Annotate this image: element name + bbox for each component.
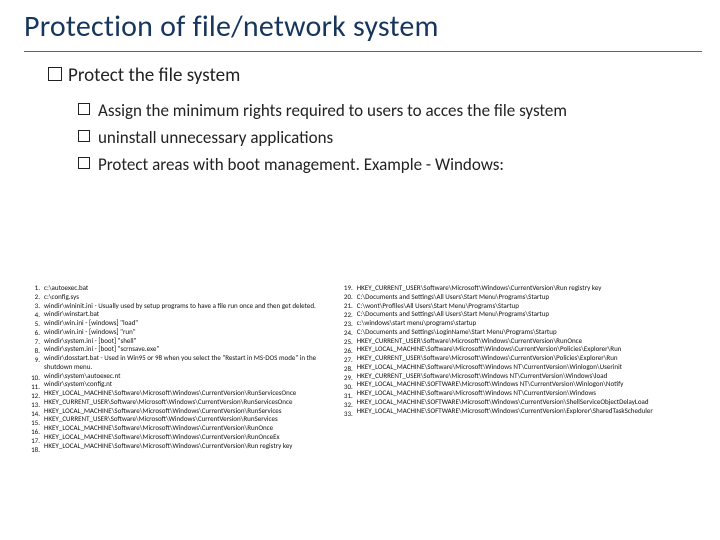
bullet-item: Assign the minimum rights required to us…	[78, 97, 720, 124]
bullet-item: Protect areas with boot management. Exam…	[78, 151, 720, 178]
square-bullet-icon	[78, 157, 90, 169]
list-numbers-right: 19.20.21.22.23.24.25.26.27.28.29.30.31.3…	[335, 284, 357, 534]
list-item: c:\autoexec.bat	[44, 284, 335, 293]
bullet-text: uninstall unnecessary applications	[98, 124, 333, 151]
bullet-text: Protect areas with boot management. Exam…	[98, 151, 504, 178]
section-heading-text: Protect the file system	[68, 64, 240, 87]
list-item: HKEY_LOCAL_MACHINE\SOFTWARE\Microsoft\Wi…	[357, 407, 702, 416]
list-column-right: 19.20.21.22.23.24.25.26.27.28.29.30.31.3…	[335, 284, 702, 534]
list-item: HKEY_LOCAL_MACHINE\Software\Microsoft\Wi…	[44, 442, 335, 451]
square-bullet-icon	[78, 130, 90, 142]
bullet-text: Assign the minimum rights required to us…	[98, 97, 567, 124]
section-heading: Protect the file system	[0, 52, 720, 87]
list-number: 33.	[335, 410, 353, 419]
list-number: 18.	[22, 446, 40, 455]
list-items-right: HKEY_CURRENT_USER\Software\Microsoft\Win…	[357, 284, 702, 534]
square-bullet-icon	[48, 67, 62, 81]
list-number: 9.	[22, 356, 40, 374]
square-bullet-icon	[78, 103, 90, 115]
list-column-left: 1.2.3.4.5.6.7.8.9.10.11.12.13.14.15.16.1…	[22, 284, 335, 534]
bullet-item: uninstall unnecessary applications	[78, 124, 720, 151]
bullet-list: Assign the minimum rights required to us…	[0, 87, 720, 179]
registry-list-area: 1.2.3.4.5.6.7.8.9.10.11.12.13.14.15.16.1…	[22, 284, 702, 534]
list-numbers-left: 1.2.3.4.5.6.7.8.9.10.11.12.13.14.15.16.1…	[22, 284, 44, 534]
slide-title: Protection of file/network system	[0, 0, 720, 51]
list-item: windir\dosstart.bat - Used in Win95 or 9…	[44, 354, 335, 372]
list-items-left: c:\autoexec.batc:\config.syswindir\winin…	[44, 284, 335, 534]
